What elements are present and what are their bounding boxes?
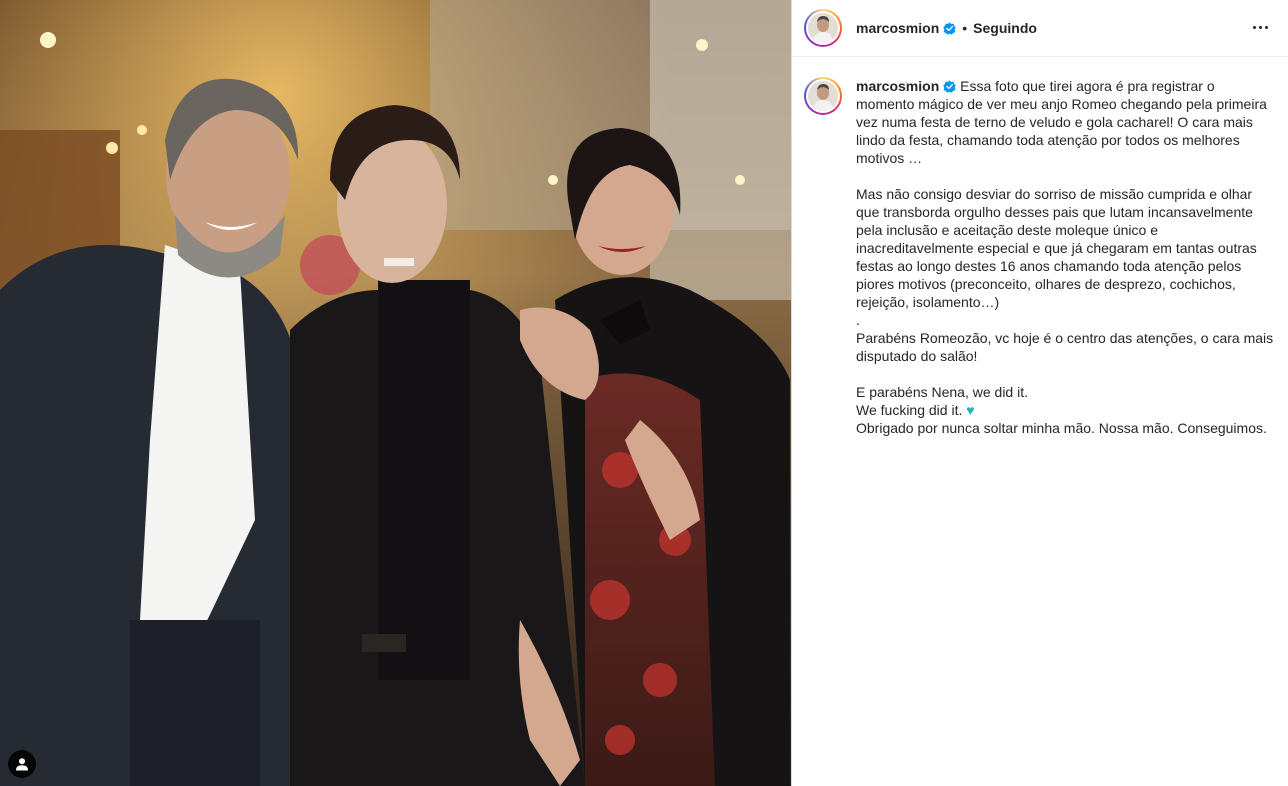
verified-badge-icon: [943, 21, 956, 35]
caption-line-text: We fucking did it.: [856, 402, 963, 418]
caption-text: marcosmion Essa foto que tirei agora é p…: [856, 77, 1276, 437]
caption-line-obrigado: Obrigado por nunca soltar minha mão. Nos…: [856, 420, 1267, 436]
caption-blank-line: [856, 167, 1276, 185]
caption-paragraph-2: Mas não consigo desviar do sorriso de mi…: [856, 186, 1257, 310]
following-button[interactable]: Seguindo: [973, 20, 1037, 36]
photo-illustration: [0, 0, 791, 786]
user-tag-icon: [16, 758, 28, 771]
caption-dot-line: .: [856, 312, 860, 328]
avatar-image: [808, 13, 838, 43]
post-modal: marcosmion • Seguindo marcosmion Essa fo…: [0, 0, 1288, 786]
caption-blank-line: [856, 365, 1276, 383]
caption-avatar[interactable]: [804, 77, 842, 115]
user-tag-button[interactable]: [8, 750, 36, 778]
verified-badge-icon: [943, 80, 956, 93]
header-username[interactable]: marcosmion: [856, 20, 939, 36]
caption-line-nena: E parabéns Nena, we did it.: [856, 384, 1028, 400]
post-caption: marcosmion Essa foto que tirei agora é p…: [792, 57, 1288, 437]
heart-emoji-icon: ♥: [966, 402, 975, 418]
post-photo[interactable]: [0, 0, 791, 786]
caption-username[interactable]: marcosmion: [856, 78, 939, 94]
profile-avatar[interactable]: [804, 9, 842, 47]
post-side-panel: marcosmion • Seguindo marcosmion Essa fo…: [791, 0, 1288, 786]
caption-line-we-did-it: We fucking did it. ♥: [856, 401, 1276, 419]
separator-dot: •: [962, 20, 968, 36]
more-options-icon: [1252, 25, 1256, 29]
caption-avatar-image: [808, 81, 838, 111]
more-options-button[interactable]: [1250, 17, 1270, 37]
post-header: marcosmion • Seguindo: [792, 0, 1288, 57]
caption-paragraph-3: Parabéns Romeozão, vc hoje é o centro da…: [856, 330, 1274, 364]
